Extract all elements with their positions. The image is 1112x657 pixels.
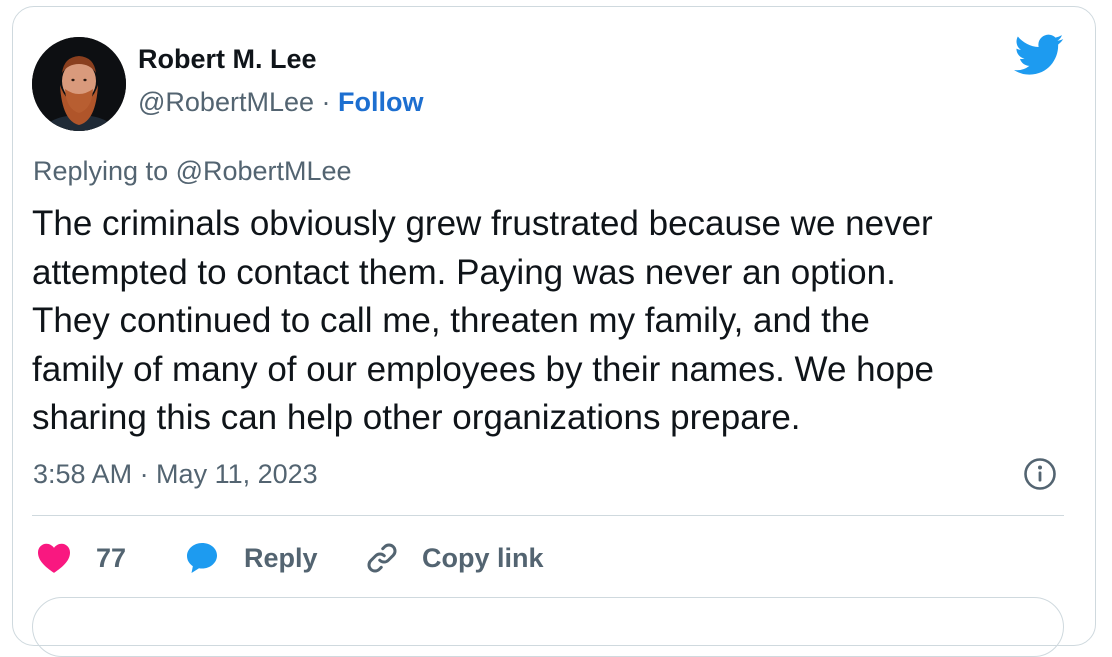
like-count: 77 xyxy=(96,542,127,573)
follow-link[interactable]: Follow xyxy=(338,87,423,117)
reply-label: Reply xyxy=(244,542,318,573)
tweet-text: The criminals obviously grew frustrated … xyxy=(32,204,935,437)
replying-to[interactable]: Replying to @RobertMLee xyxy=(33,153,352,189)
link-icon xyxy=(364,540,400,576)
author-handle[interactable]: @RobertMLee xyxy=(138,87,314,117)
info-icon[interactable] xyxy=(1023,457,1057,491)
twitter-bird-icon[interactable] xyxy=(1014,34,1064,76)
reply-button[interactable]: Reply xyxy=(184,538,318,578)
tweet-timestamp[interactable]: 3:58 AM · May 11, 2023 xyxy=(33,456,318,492)
handle-separator: · xyxy=(321,87,331,117)
speech-bubble-icon xyxy=(184,540,220,576)
author-handle-row: @RobertMLee · Follow xyxy=(138,84,424,120)
divider xyxy=(32,515,1064,516)
copy-link-label: Copy link xyxy=(422,542,544,573)
like-button[interactable]: 77 xyxy=(36,538,126,578)
avatar[interactable] xyxy=(32,37,126,131)
copy-link-button[interactable]: Copy link xyxy=(364,538,544,578)
author-name[interactable]: Robert M. Lee xyxy=(138,40,317,78)
heart-icon xyxy=(36,542,72,574)
read-replies-button[interactable] xyxy=(32,597,1064,657)
